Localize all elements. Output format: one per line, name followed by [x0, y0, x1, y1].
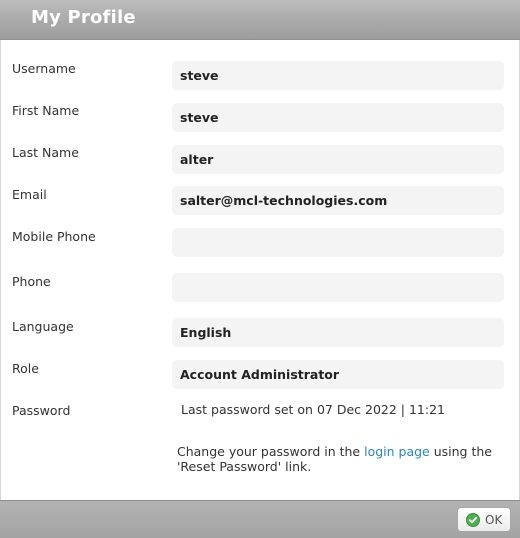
first-name-label: First Name [12, 103, 80, 118]
username-field: steve [172, 61, 504, 90]
username-label: Username [12, 61, 76, 76]
my-profile-dialog: My Profile Username steve First Name ste… [0, 0, 520, 538]
login-page-link[interactable]: login page [364, 444, 430, 459]
dialog-footer: OK [0, 500, 520, 538]
phone-field [172, 273, 504, 302]
first-name-field: steve [172, 103, 504, 132]
last-name-field: alter [172, 145, 504, 174]
email-label: Email [12, 187, 47, 202]
password-label: Password [12, 403, 71, 418]
mobile-phone-field [172, 228, 504, 257]
ok-button[interactable]: OK [457, 507, 511, 532]
email-field: salter@mcl-technologies.com [172, 186, 504, 215]
dialog-titlebar[interactable]: My Profile [0, 0, 520, 40]
password-help-text: Change your password in the login page u… [177, 444, 497, 474]
dialog-title: My Profile [31, 7, 136, 28]
language-field: English [172, 318, 504, 347]
last-name-label: Last Name [12, 145, 79, 160]
ok-button-label: OK [485, 513, 503, 527]
dialog-body: Username steve First Name steve Last Nam… [0, 40, 520, 500]
mobile-phone-label: Mobile Phone [12, 229, 96, 244]
language-label: Language [12, 319, 74, 334]
role-field: Account Administrator [172, 360, 504, 389]
help-text-prefix: Change your password in the [177, 444, 365, 459]
role-label: Role [12, 361, 39, 376]
password-last-set: Last password set on 07 Dec 2022 | 11:21 [181, 402, 445, 417]
phone-label: Phone [12, 274, 51, 289]
check-circle-icon [466, 513, 480, 527]
